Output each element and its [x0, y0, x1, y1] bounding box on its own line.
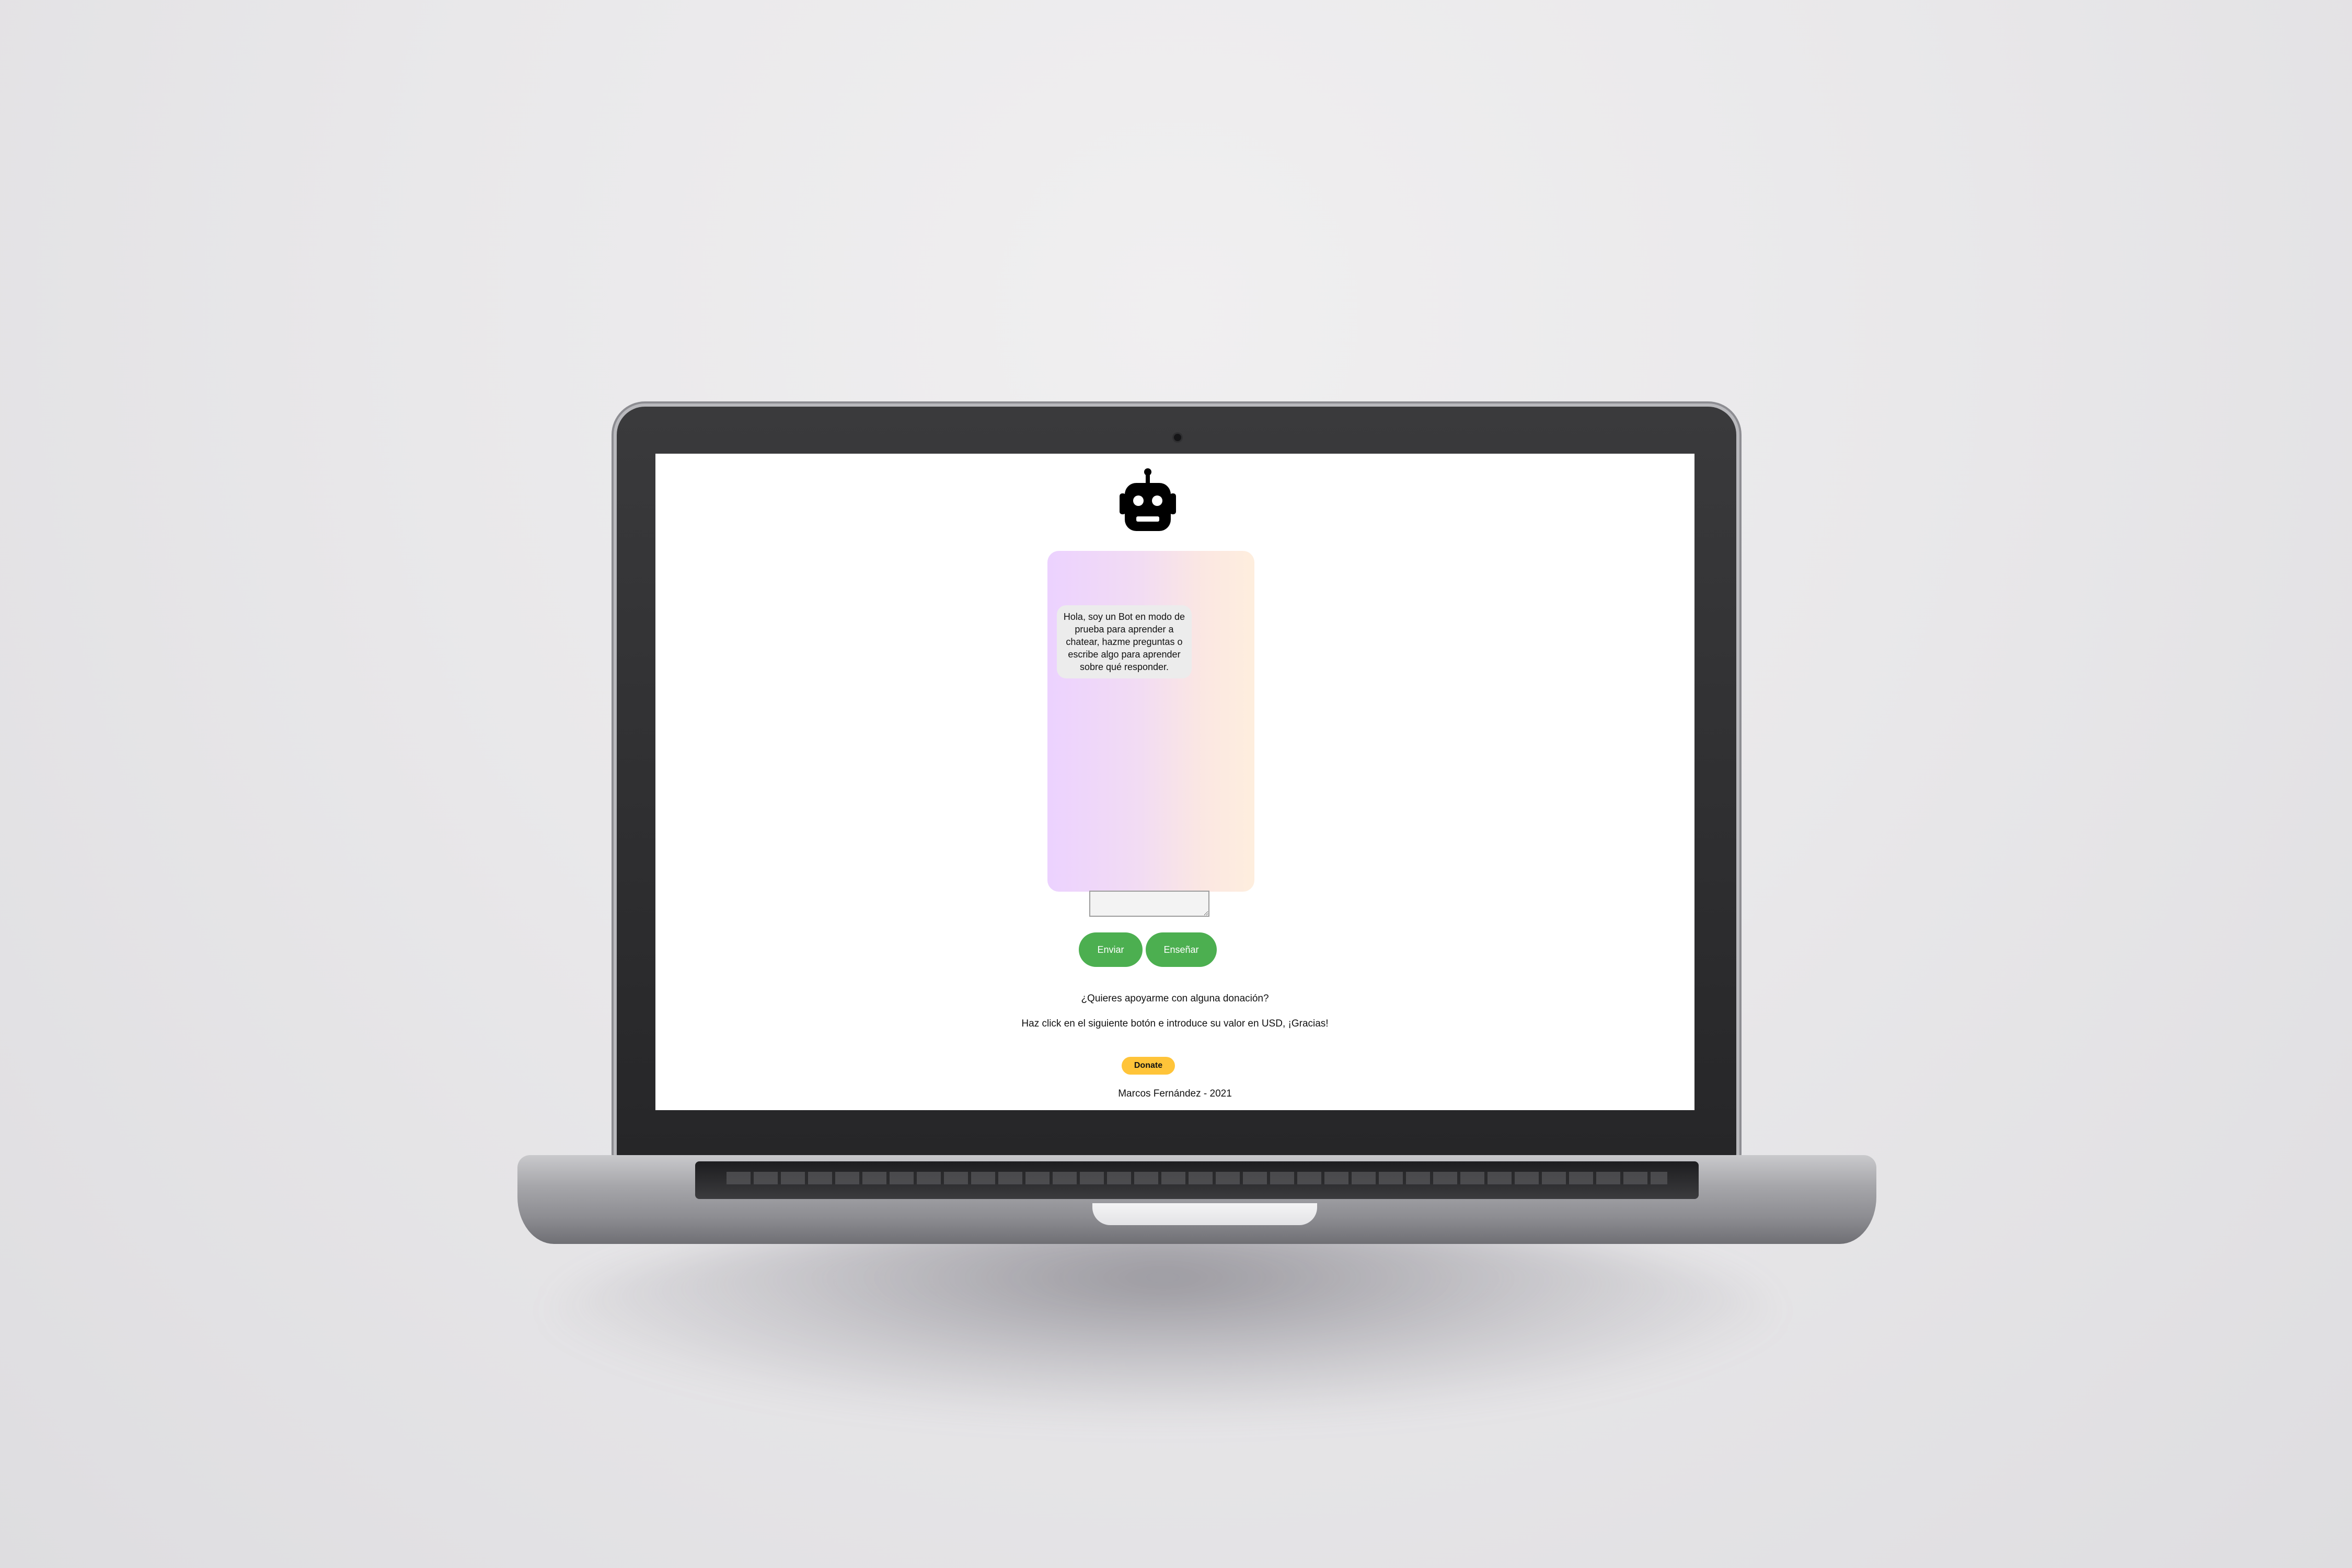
webcam	[1174, 434, 1181, 441]
laptop-base	[517, 1155, 1876, 1244]
laptop-shadow	[549, 1218, 1777, 1416]
laptop-lid: Hola, soy un Bot en modo de prueba para …	[617, 407, 1736, 1159]
chat-window[interactable]: Hola, soy un Bot en modo de prueba para …	[1047, 551, 1254, 892]
donation-instructions: Haz click en el siguiente botón e introd…	[1021, 1018, 1329, 1029]
donate-button[interactable]: Donate	[1122, 1057, 1175, 1075]
keyboard	[695, 1161, 1699, 1199]
chatbot-page: Hola, soy un Bot en modo de prueba para …	[655, 454, 1694, 1110]
send-button[interactable]: Enviar	[1079, 932, 1143, 967]
bot-message-bubble: Hola, soy un Bot en modo de prueba para …	[1057, 605, 1192, 678]
robot-icon	[1120, 468, 1176, 531]
footer-credit: Marcos Fernández - 2021	[1118, 1088, 1232, 1099]
donation-question: ¿Quieres apoyarme con alguna donación?	[1081, 993, 1269, 1004]
message-input[interactable]	[1089, 891, 1209, 917]
lid-open-notch	[1092, 1203, 1317, 1225]
laptop-screen: Hola, soy un Bot en modo de prueba para …	[655, 454, 1694, 1110]
teach-button[interactable]: Enseñar	[1146, 932, 1217, 967]
